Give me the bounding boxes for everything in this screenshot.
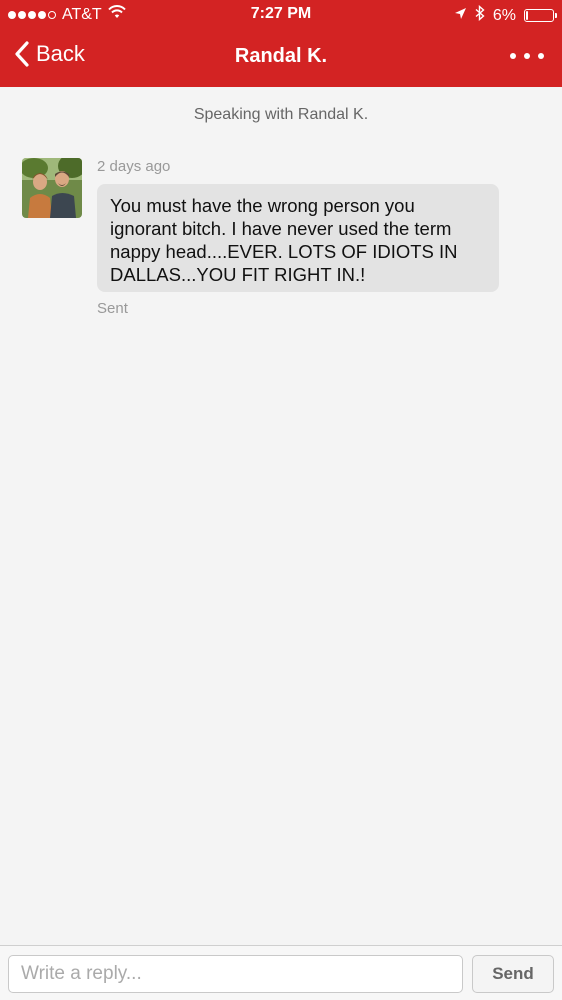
- speaking-with-label: Speaking with Randal K.: [193, 106, 369, 123]
- message-status: Sent: [97, 300, 128, 317]
- message-timestamp: 2 days ago: [97, 158, 171, 175]
- reply-bar: Send: [0, 945, 562, 1000]
- avatar[interactable]: [22, 158, 82, 218]
- send-button[interactable]: Send: [472, 955, 554, 993]
- message-line: DALLAS...YOU FIT RIGHT IN.!: [110, 264, 366, 285]
- more-icon[interactable]: [510, 44, 544, 68]
- message-bubble: You must have the wrong person you ignor…: [97, 184, 499, 292]
- message-line: nappy head....EVER. LOTS OF IDIOTS IN: [110, 241, 458, 262]
- status-bar: AT&T 7:27 PM 6%: [0, 0, 562, 28]
- battery-icon: [524, 9, 557, 22]
- bluetooth-icon: [475, 4, 485, 26]
- message-line: You must have the wrong person you: [110, 195, 415, 216]
- battery-level: [526, 11, 528, 20]
- message-line: ignorant bitch. I have never used the te…: [110, 218, 452, 239]
- header: AT&T 7:27 PM 6% Back Randal K.: [0, 0, 562, 87]
- conversation-title: Randal K.: [234, 45, 328, 67]
- nav-bar: Back Randal K.: [0, 28, 562, 87]
- reply-input[interactable]: [8, 955, 463, 993]
- status-right: 6%: [454, 4, 557, 26]
- battery-percent: 6%: [492, 6, 516, 24]
- location-arrow-icon: [454, 7, 467, 25]
